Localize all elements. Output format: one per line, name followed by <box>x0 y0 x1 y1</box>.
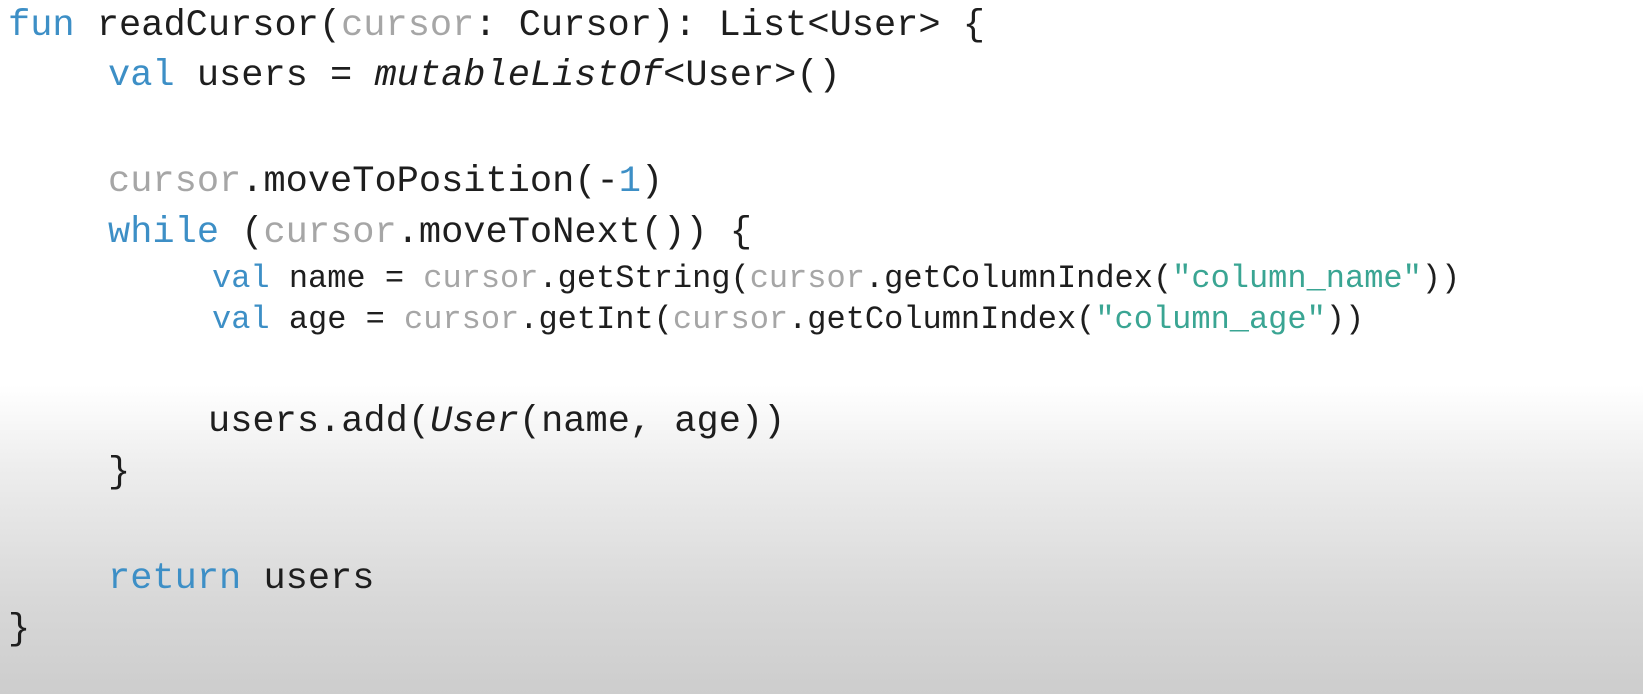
call-get-int: .getInt( <box>519 301 673 338</box>
declaration: age = <box>269 301 405 338</box>
close-paren: ) <box>640 161 664 203</box>
call-get-column-index: .getColumnIndex( <box>864 260 1173 297</box>
code-line-6: val age = cursor.getInt(cursor.getColumn… <box>212 304 1364 336</box>
generic-rest: <User>() <box>663 55 841 97</box>
string-literal: "column_age" <box>1095 301 1326 338</box>
code-line-1: fun readCursor(cursor: Cursor): List<Use… <box>8 8 985 45</box>
call-move-to-position: .moveToPosition(- <box>241 161 619 203</box>
receiver-cursor: cursor <box>749 260 865 297</box>
keyword-val: val <box>212 301 270 338</box>
keyword-val: val <box>108 55 175 97</box>
code-line-3: cursor.moveToPosition(-1) <box>108 164 663 201</box>
receiver-cursor: cursor <box>423 260 539 297</box>
keyword-while: while <box>108 212 220 254</box>
call-get-column-index: .getColumnIndex( <box>788 301 1096 338</box>
code-line-7: users.add(User(name, age)) <box>208 404 785 441</box>
closing-brace: } <box>8 609 31 651</box>
keyword-val: val <box>212 260 270 297</box>
receiver-cursor: cursor <box>672 301 789 338</box>
code-line-9: return users <box>108 561 374 598</box>
call-mutable-list-of: mutableListOf <box>374 55 664 97</box>
constructor-args: (name, age)) <box>518 401 786 443</box>
function-name: readCursor( <box>74 5 342 47</box>
open-paren: ( <box>219 212 264 254</box>
signature-rest: : Cursor): List<User> { <box>474 5 985 47</box>
code-line-10: } <box>8 612 30 649</box>
number-literal: 1 <box>618 161 641 203</box>
constructor-user: User <box>430 401 519 443</box>
declaration: users = <box>174 55 375 97</box>
call-users-add: users.add( <box>208 401 431 443</box>
receiver-cursor: cursor <box>404 301 520 338</box>
keyword-fun: fun <box>8 5 75 47</box>
receiver-cursor: cursor <box>263 212 397 254</box>
code-line-5: val name = cursor.getString(cursor.getCo… <box>212 263 1460 295</box>
code-line-2: val users = mutableListOf<User>() <box>108 58 841 95</box>
return-value: users <box>241 558 375 600</box>
code-line-8: } <box>108 455 130 492</box>
keyword-return: return <box>108 558 242 600</box>
receiver-cursor: cursor <box>108 161 242 203</box>
call-get-string: .getString( <box>538 260 750 297</box>
parameter-cursor: cursor <box>341 5 475 47</box>
call-move-to-next: .moveToNext()) { <box>396 212 752 254</box>
close-parens: )) <box>1325 301 1365 338</box>
closing-brace: } <box>108 452 131 494</box>
declaration: name = <box>269 260 424 297</box>
string-literal: "column_name" <box>1172 260 1422 297</box>
code-line-4: while (cursor.moveToNext()) { <box>108 215 752 252</box>
close-parens: )) <box>1421 260 1461 297</box>
code-block: fun readCursor(cursor: Cursor): List<Use… <box>0 0 1643 694</box>
